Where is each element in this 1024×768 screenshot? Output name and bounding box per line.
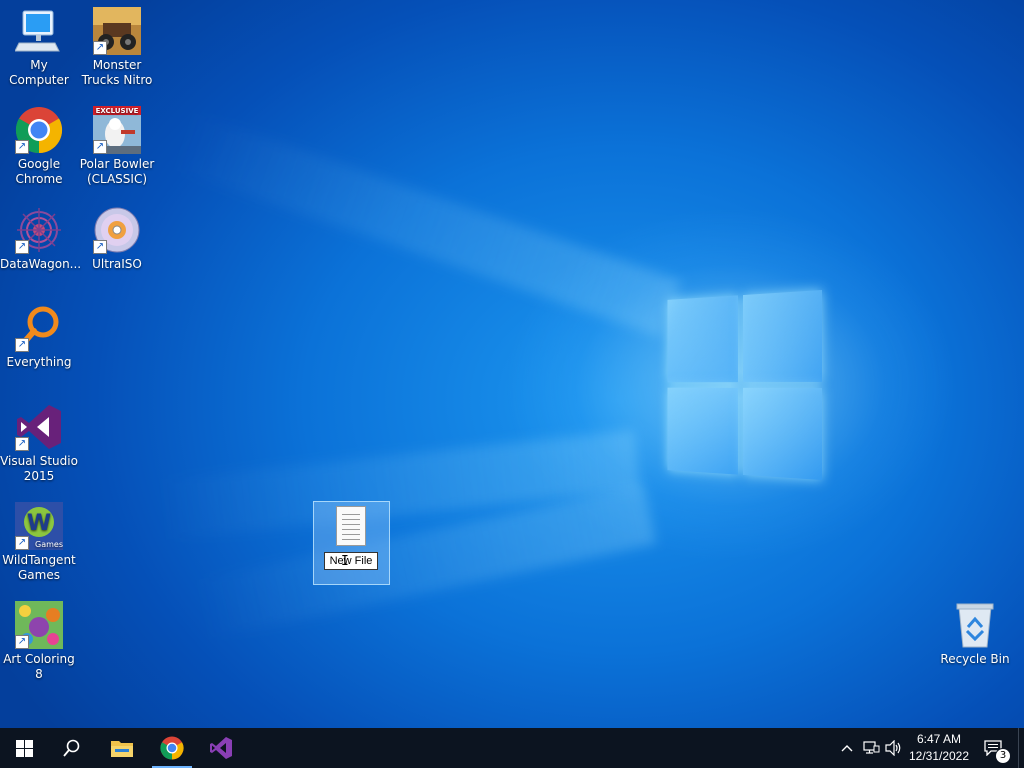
chrome-icon: ↗ xyxy=(15,106,63,154)
start-button[interactable] xyxy=(0,728,48,768)
icon-label: WildTangent Games xyxy=(2,553,76,582)
taskbar-file-explorer[interactable] xyxy=(98,728,146,768)
taskbar-clock[interactable]: 6:47 AM 12/31/2022 xyxy=(904,731,974,765)
network-icon xyxy=(863,741,880,754)
show-desktop-button[interactable] xyxy=(1018,728,1024,768)
show-hidden-icons-button[interactable] xyxy=(838,728,856,768)
recycle-bin-icon xyxy=(951,601,999,649)
icon-label: Google Chrome xyxy=(15,157,63,186)
svg-text:W: W xyxy=(27,511,51,536)
desktop-icon-everything[interactable]: ↗ Everything xyxy=(0,304,78,370)
shortcut-arrow-icon: ↗ xyxy=(93,41,107,55)
folder-icon xyxy=(111,741,133,757)
icon-label: Polar Bowler (CLASSIC) xyxy=(79,157,155,186)
icon-label: Monster Trucks Nitro xyxy=(81,58,153,87)
action-center-button[interactable]: 3 xyxy=(980,728,1011,768)
speaker-icon xyxy=(885,740,901,756)
taskbar: 6:47 AM 12/31/2022 3 xyxy=(0,728,1024,768)
network-button[interactable] xyxy=(860,728,882,768)
icon-label: UltraISO xyxy=(92,257,142,271)
shortcut-arrow-icon: ↗ xyxy=(15,140,29,154)
icon-label: DataWagon... xyxy=(0,257,82,271)
windows-logo-icon xyxy=(15,739,33,757)
shortcut-arrow-icon: ↗ xyxy=(93,140,107,154)
desktop-icon-visual-studio[interactable]: ↗ Visual Studio 2015 xyxy=(0,403,78,484)
desktop-icon-my-computer[interactable]: My Computer xyxy=(0,7,78,88)
desktop-icon-wildtangent[interactable]: W Games ↗ WildTangent Games xyxy=(0,502,78,583)
light-beam xyxy=(170,111,682,338)
desktop-icon-google-chrome[interactable]: ↗ Google Chrome xyxy=(0,106,78,187)
shortcut-arrow-icon: ↗ xyxy=(15,536,29,550)
chrome-icon xyxy=(160,736,184,760)
search-icon xyxy=(63,739,80,757)
art-coloring-icon: ↗ xyxy=(15,601,63,649)
datawagon-icon: ↗ xyxy=(15,206,63,254)
ultraiso-icon: ↗ xyxy=(93,206,141,254)
exclusive-badge-text: EXCLUSIVE xyxy=(96,107,139,115)
desktop-icon-monster-trucks[interactable]: ↗ Monster Trucks Nitro xyxy=(78,7,156,88)
icon-label: Visual Studio 2015 xyxy=(0,454,78,483)
desktop-icon-polar-bowler[interactable]: EXCLUSIVE ↗ Polar Bowler (CLASSIC) xyxy=(78,106,156,187)
shortcut-arrow-icon: ↗ xyxy=(15,437,29,451)
monster-trucks-icon: ↗ xyxy=(93,7,141,55)
desktop-file-selected[interactable]: I xyxy=(313,501,390,585)
text-document-icon xyxy=(336,506,366,546)
desktop-icon-datawagon[interactable]: ↗ DataWagon... xyxy=(0,206,82,272)
desktop: My Computer ↗ Monster Trucks Nitro ↗ Goo… xyxy=(0,0,1024,728)
icon-label: Recycle Bin xyxy=(940,652,1010,666)
text-cursor-icon: I xyxy=(341,554,349,569)
desktop-icon-ultraiso[interactable]: ↗ UltraISO xyxy=(78,206,156,272)
clock-date: 12/31/2022 xyxy=(908,749,970,763)
shortcut-arrow-icon: ↗ xyxy=(93,240,107,254)
shortcut-arrow-icon: ↗ xyxy=(15,240,29,254)
wildtangent-games-text: Games xyxy=(35,540,63,549)
volume-button[interactable] xyxy=(884,728,904,768)
chevron-up-icon xyxy=(841,745,853,752)
file-rename-input[interactable] xyxy=(324,552,378,570)
computer-icon xyxy=(14,7,63,55)
shortcut-arrow-icon: ↗ xyxy=(15,338,29,352)
everything-icon: ↗ xyxy=(15,304,63,352)
taskbar-visual-studio[interactable] xyxy=(197,728,245,768)
visual-studio-icon xyxy=(210,737,232,759)
desktop-icon-recycle-bin[interactable]: Recycle Bin xyxy=(936,601,1014,667)
polar-bowler-icon: EXCLUSIVE ↗ xyxy=(93,106,141,154)
clock-time: 6:47 AM xyxy=(916,732,962,746)
icon-label: Art Coloring 8 xyxy=(3,652,75,681)
icon-label: Everything xyxy=(6,355,72,369)
wildtangent-icon: W Games ↗ xyxy=(15,502,63,550)
search-button[interactable] xyxy=(48,728,96,768)
taskbar-chrome[interactable] xyxy=(148,728,196,768)
desktop-icon-art-coloring[interactable]: ↗ Art Coloring 8 xyxy=(0,601,78,682)
shortcut-arrow-icon: ↗ xyxy=(15,635,29,649)
icon-label: My Computer xyxy=(9,58,69,87)
visual-studio-icon: ↗ xyxy=(15,403,63,451)
windows-logo-wallpaper xyxy=(667,290,822,480)
notification-count-badge: 3 xyxy=(995,748,1011,764)
